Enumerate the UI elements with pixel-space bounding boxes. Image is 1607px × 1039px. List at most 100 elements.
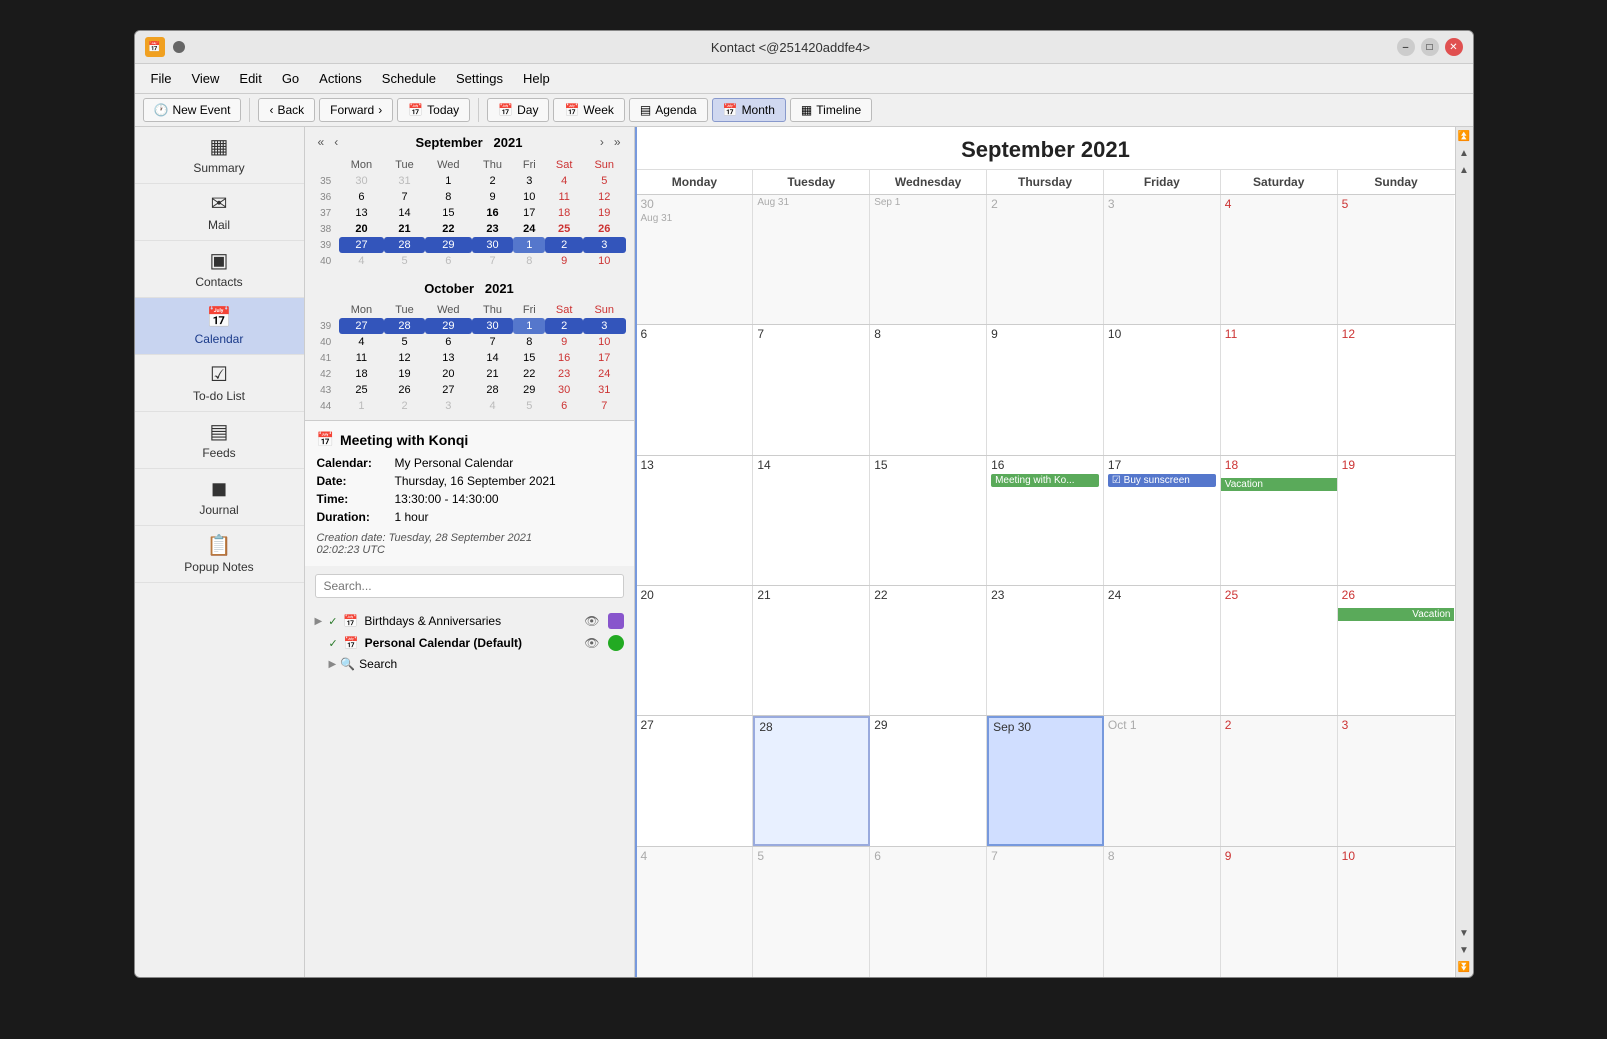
sidebar-item-mail[interactable]: ✉ Mail (135, 184, 304, 241)
cal-day[interactable]: 23 (472, 221, 514, 237)
cal-event-vacation[interactable]: Vacation (1221, 478, 1337, 491)
scroll-top[interactable]: ▲ (1457, 146, 1471, 161)
menu-schedule[interactable]: Schedule (374, 68, 444, 89)
cal-day[interactable]: 30 (545, 382, 583, 398)
agenda-button[interactable]: ▤ Agenda (629, 98, 708, 122)
cal-day-selected[interactable]: 30 (472, 318, 514, 334)
cal-day[interactable]: 13 (339, 205, 384, 221)
cal-day[interactable]: 14 (384, 205, 425, 221)
cal-day[interactable]: 9 (472, 189, 514, 205)
cal-cell[interactable]: 6 (870, 847, 987, 977)
cal-cell[interactable]: 7 (753, 325, 870, 454)
menu-edit[interactable]: Edit (231, 68, 269, 89)
cal-cell[interactable]: 2 (987, 195, 1104, 324)
cal-day[interactable]: 2 (384, 398, 425, 414)
cal-day[interactable]: 5 (384, 334, 425, 350)
cal-cell[interactable]: 14 (753, 456, 870, 585)
cal-day[interactable]: 31 (583, 382, 625, 398)
cal-cell[interactable]: 27 (637, 716, 754, 845)
cal-day[interactable]: 6 (545, 398, 583, 414)
cal-day[interactable]: 4 (472, 398, 514, 414)
cal-day[interactable]: 18 (339, 366, 384, 382)
cal-event-buy-sunscreen[interactable]: ☑ Buy sunscreen (1108, 474, 1216, 487)
cal-day[interactable]: 6 (425, 334, 472, 350)
cal-day[interactable]: 7 (583, 398, 625, 414)
cal-cell[interactable]: 26 Vacation (1338, 586, 1455, 715)
cal-day[interactable]: 10 (583, 253, 625, 269)
cal-day[interactable]: 6 (339, 189, 384, 205)
cal-day[interactable]: 23 (545, 366, 583, 382)
cal-cell[interactable]: 4 (1221, 195, 1338, 324)
cal-day-today[interactable]: 1 (513, 318, 545, 334)
cal-cell[interactable]: 17 ☑ Buy sunscreen (1104, 456, 1221, 585)
cal-day-selected[interactable]: 27 (339, 237, 384, 253)
cal-cell[interactable]: 16 Meeting with Ko... (987, 456, 1104, 585)
cal-day[interactable]: 4 (339, 334, 384, 350)
cal-day[interactable]: 8 (513, 253, 545, 269)
cal-cell[interactable]: 29 (870, 716, 987, 845)
cal-day[interactable]: 16 (545, 350, 583, 366)
cal-day-selected[interactable]: 2 (545, 318, 583, 334)
menu-settings[interactable]: Settings (448, 68, 511, 89)
cal-day[interactable]: 15 (513, 350, 545, 366)
calendar-search-input[interactable] (315, 574, 624, 598)
cal-toggle-dot[interactable] (608, 635, 624, 651)
day-button[interactable]: 📅 Day (487, 98, 549, 122)
menu-file[interactable]: File (143, 68, 180, 89)
cal-cell[interactable]: 13 (637, 456, 754, 585)
cal-day[interactable]: 21 (384, 221, 425, 237)
cal-cell[interactable]: 25 (1221, 586, 1338, 715)
cal-cell[interactable]: 18 Vacation (1221, 456, 1338, 585)
cal-day[interactable]: 10 (583, 334, 625, 350)
cal-cell[interactable]: 23 (987, 586, 1104, 715)
cal-day[interactable]: 30 (339, 173, 384, 189)
cal-day[interactable]: 22 (425, 221, 472, 237)
scroll-top-top[interactable]: ⏫ (1456, 129, 1472, 144)
cal-day[interactable]: 26 (583, 221, 625, 237)
timeline-button[interactable]: ▦ Timeline (790, 98, 872, 122)
cal-day[interactable]: 3 (513, 173, 545, 189)
cal-day[interactable]: 20 (339, 221, 384, 237)
sidebar-item-calendar[interactable]: 📅 Calendar (135, 298, 304, 355)
cal-day[interactable]: 7 (472, 253, 514, 269)
sidebar-item-popup-notes[interactable]: 📋 Popup Notes (135, 526, 304, 583)
scroll-up[interactable]: ▲ (1457, 163, 1471, 178)
cal-toggle-dot[interactable] (608, 613, 624, 629)
cal-day-selected[interactable]: 29 (425, 318, 472, 334)
cal-day[interactable]: 14 (472, 350, 514, 366)
cal-cell[interactable]: 21 (753, 586, 870, 715)
cal-cell[interactable]: 3 (1338, 716, 1455, 845)
cal-day[interactable]: 15 (425, 205, 472, 221)
cal-day[interactable]: 19 (583, 205, 625, 221)
cal-day[interactable]: 5 (513, 398, 545, 414)
today-button[interactable]: 📅 Today (397, 98, 470, 122)
cal-day[interactable]: 21 (472, 366, 514, 382)
cal-day[interactable]: 5 (384, 253, 425, 269)
cal-day[interactable]: 5 (583, 173, 625, 189)
cal-cell[interactable]: 7 (987, 847, 1104, 977)
minimize-button[interactable]: – (1397, 38, 1415, 56)
cal-day[interactable]: 11 (545, 189, 583, 205)
cal-cell-selected[interactable]: Sep 30 (987, 716, 1104, 845)
cal-day-selected[interactable]: 30 (472, 237, 514, 253)
new-event-button[interactable]: 🕐 New Event (143, 98, 242, 122)
sep-prev-button[interactable]: ‹ (329, 133, 343, 151)
cal-event-vacation-end[interactable]: Vacation (1338, 608, 1455, 621)
cal-day-selected[interactable]: 2 (545, 237, 583, 253)
sidebar-item-summary[interactable]: ▦ Summary (135, 127, 304, 184)
cal-day[interactable]: 13 (425, 350, 472, 366)
cal-cell[interactable]: Aug 31 (753, 195, 870, 324)
sep-next-next-button[interactable]: » (609, 133, 626, 151)
cal-day-selected[interactable]: 3 (583, 318, 625, 334)
cal-day[interactable]: 19 (384, 366, 425, 382)
cal-cell[interactable]: 10 (1104, 325, 1221, 454)
cal-day[interactable]: 8 (513, 334, 545, 350)
cal-cell[interactable]: 9 (1221, 847, 1338, 977)
cal-cell[interactable]: 11 (1221, 325, 1338, 454)
cal-day[interactable]: 4 (339, 253, 384, 269)
cal-cell[interactable]: 10 (1338, 847, 1455, 977)
cal-day[interactable]: 16 (472, 205, 514, 221)
cal-day[interactable]: 12 (583, 189, 625, 205)
cal-cell[interactable]: 19 (1338, 456, 1455, 585)
cal-cell-today[interactable]: 28 (753, 716, 870, 845)
